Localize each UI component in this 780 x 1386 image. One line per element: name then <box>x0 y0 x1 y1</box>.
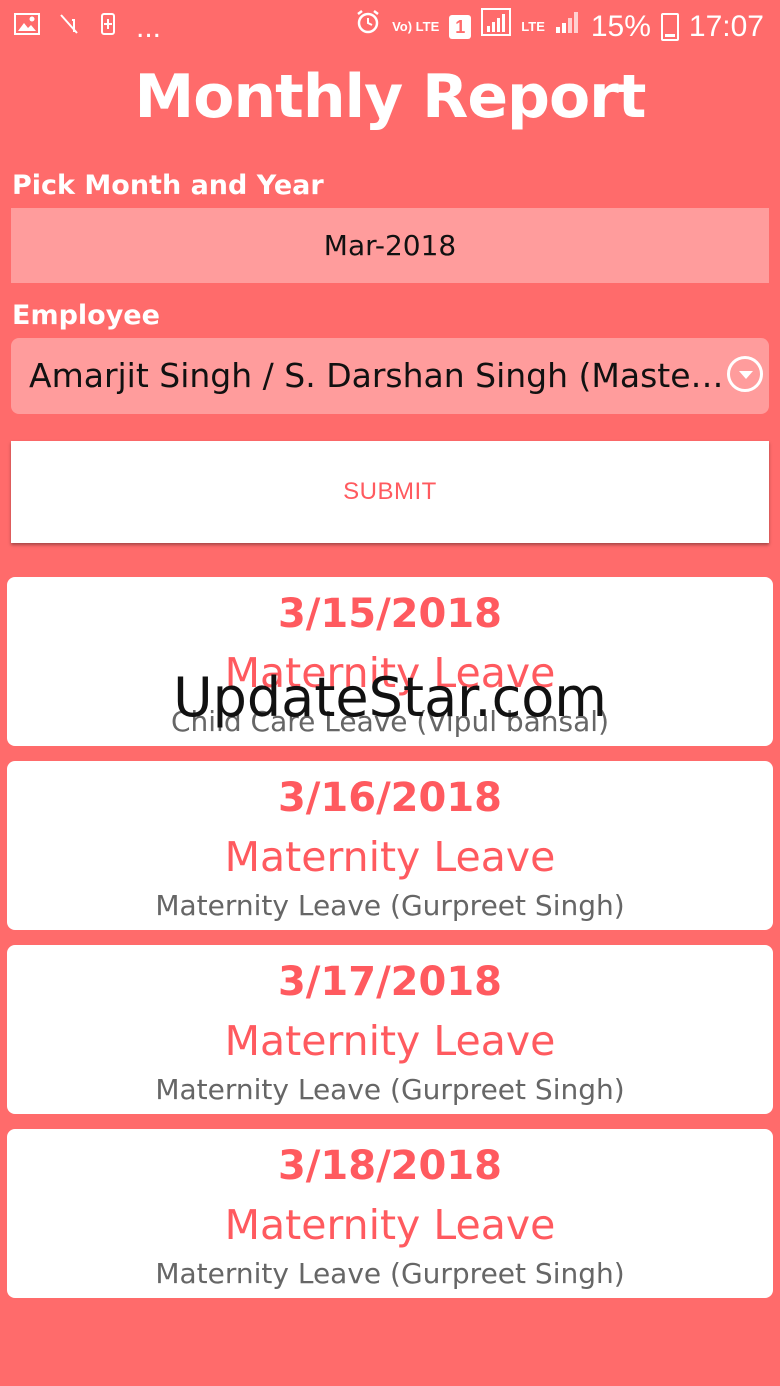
record-date: 3/18/2018 <box>277 1143 503 1189</box>
record-leave-type: Maternity Leave <box>224 1201 556 1249</box>
page-title: Monthly Report <box>134 62 647 132</box>
month-year-picker[interactable]: Mar-2018 <box>11 208 769 283</box>
image-icon <box>14 12 40 45</box>
record-card[interactable]: 3/16/2018 Maternity Leave Maternity Leav… <box>7 761 773 930</box>
alarm-icon <box>354 8 382 45</box>
record-card[interactable]: 3/15/2018 Maternity Leave Child Care Lea… <box>7 577 773 746</box>
record-date: 3/15/2018 <box>277 591 503 637</box>
more-icon: ... <box>136 11 162 44</box>
month-value: Mar-2018 <box>323 229 457 262</box>
lte-indicator: LTE <box>521 19 545 34</box>
signal-off-icon <box>58 12 80 45</box>
signal-bars-icon <box>555 9 581 44</box>
volte-indicator: Vo) LTE <box>392 19 440 34</box>
record-leave-type: Maternity Leave <box>224 1017 556 1065</box>
clock: 17:07 <box>688 9 764 43</box>
status-bar: ... Vo) LTE 1 LTE 15% 17:07 <box>0 0 780 54</box>
signal-strength-icon <box>481 8 512 45</box>
battery-saver-icon <box>98 11 118 46</box>
record-detail: Child Care Leave (Vipul bansal) <box>170 705 610 738</box>
record-leave-type: Maternity Leave <box>224 649 556 697</box>
employee-dropdown[interactable]: Amarjit Singh / S. Darshan Singh (Master… <box>11 338 769 414</box>
employee-label: Employee <box>12 300 160 331</box>
battery-icon <box>660 12 679 41</box>
record-leave-type: Maternity Leave <box>224 833 556 881</box>
record-detail: Maternity Leave (Gurpreet Singh) <box>155 1257 625 1290</box>
record-detail: Maternity Leave (Gurpreet Singh) <box>155 889 625 922</box>
status-bar-notifications: ... <box>14 10 161 46</box>
sim-indicator: 1 <box>449 14 472 39</box>
record-card[interactable]: 3/17/2018 Maternity Leave Maternity Leav… <box>7 945 773 1114</box>
chevron-down-icon[interactable] <box>727 356 763 392</box>
record-card[interactable]: 3/18/2018 Maternity Leave Maternity Leav… <box>7 1129 773 1298</box>
record-detail: Maternity Leave (Gurpreet Singh) <box>155 1073 625 1106</box>
battery-percent: 15% <box>590 9 651 43</box>
record-date: 3/16/2018 <box>277 775 503 821</box>
submit-button[interactable]: SUBMIT <box>11 441 769 543</box>
status-bar-system: Vo) LTE 1 LTE 15% 17:07 <box>354 8 764 45</box>
employee-value: Amarjit Singh / S. Darshan Singh (Master… <box>29 356 729 395</box>
record-date: 3/17/2018 <box>277 959 503 1005</box>
month-label: Pick Month and Year <box>12 170 324 201</box>
